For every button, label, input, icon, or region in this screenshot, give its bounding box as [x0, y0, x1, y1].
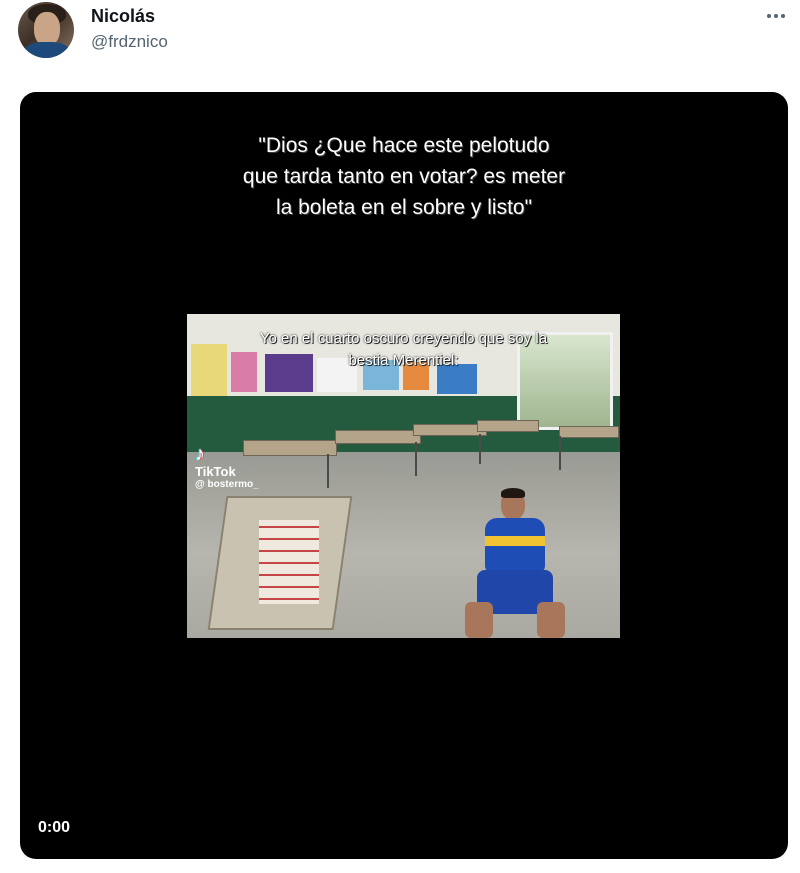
ballots: [259, 520, 319, 604]
avatar[interactable]: [18, 2, 74, 58]
desk: [477, 420, 539, 432]
more-horizontal-icon: [767, 14, 785, 18]
video-caption: "Dios ¿Que hace este pelotudo que tarda …: [20, 130, 788, 223]
video-timestamp: 0:00: [38, 819, 71, 836]
avatar-face: [34, 12, 60, 46]
video-caption-line: que tarda tanto en votar? es meter: [242, 165, 566, 188]
desk: [559, 426, 619, 438]
video-player[interactable]: "Dios ¿Que hace este pelotudo que tarda …: [20, 92, 788, 859]
video-caption-line: "Dios ¿Que hace este pelotudo: [258, 134, 550, 157]
user-handle[interactable]: @frdznico: [91, 32, 168, 52]
tiktok-user: @ bostermo_: [195, 479, 259, 490]
video-frame: Yo en el cuarto oscuro creyendo que soy …: [187, 314, 620, 638]
avatar-shirt: [24, 42, 70, 58]
player-figure: [463, 488, 567, 638]
display-name[interactable]: Nicolás: [91, 6, 155, 27]
desk: [335, 430, 421, 444]
frame-caption-line: Yo en el cuarto oscuro creyendo que soy …: [259, 330, 548, 347]
tiktok-logo-icon: ♪: [195, 443, 205, 465]
desk: [413, 424, 487, 436]
frame-caption-line: bestia Merentiel:: [348, 352, 459, 369]
more-options-button[interactable]: [762, 4, 790, 28]
tiktok-watermark: ♪ TikTok @ bostermo_: [195, 444, 259, 490]
video-caption-line: la boleta en el sobre y listo": [275, 196, 533, 219]
frame-caption: Yo en el cuarto oscuro creyendo que soy …: [187, 328, 620, 372]
tiktok-brand: TikTok: [195, 464, 236, 479]
